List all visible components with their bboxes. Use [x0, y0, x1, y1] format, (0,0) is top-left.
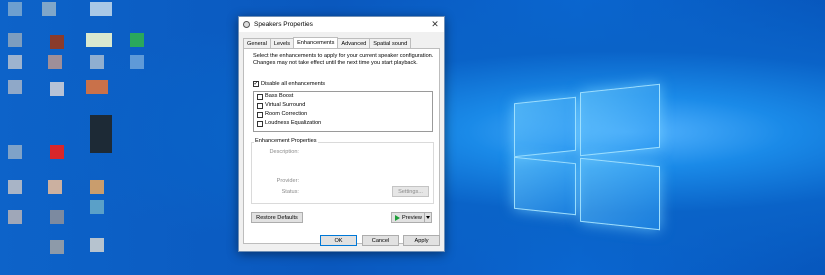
- tab-advanced[interactable]: Advanced: [337, 38, 371, 48]
- chevron-down-icon: [426, 216, 430, 219]
- desktop-icon[interactable]: [8, 2, 22, 16]
- tab-spatial-sound[interactable]: Spatial sound: [369, 38, 412, 48]
- enhancement-label: Loudness Equalization: [265, 120, 322, 126]
- play-icon: [395, 214, 400, 221]
- preview-button[interactable]: Preview: [391, 212, 425, 223]
- desktop-icon[interactable]: [50, 210, 64, 224]
- enhancements-list: Bass Boost Virtual Surround Room Correct…: [253, 91, 433, 132]
- enhancement-properties-title: Enhancement Properties: [254, 138, 318, 144]
- windows-logo: [508, 78, 663, 238]
- description-label: Description:: [269, 149, 299, 155]
- checkbox-icon[interactable]: [257, 111, 263, 118]
- apply-label: Apply: [414, 237, 429, 244]
- enhancement-label: Room Correction: [265, 111, 308, 117]
- apply-button[interactable]: Apply: [403, 235, 440, 246]
- preview-label: Preview: [402, 214, 422, 221]
- enhancements-description: Select the enhancements to apply for you…: [253, 53, 434, 66]
- cancel-button[interactable]: Cancel: [362, 235, 399, 246]
- desktop-icon[interactable]: [50, 145, 64, 159]
- provider-label: Provider:: [276, 178, 299, 184]
- desktop-icon[interactable]: [42, 2, 56, 16]
- enhancement-room-correction[interactable]: Room Correction: [254, 110, 432, 119]
- desktop-icon[interactable]: [90, 238, 104, 252]
- desktop-icon[interactable]: [8, 55, 22, 69]
- restore-defaults-button[interactable]: Restore Defaults: [251, 212, 303, 223]
- logo-pane-bottom-right: [580, 157, 660, 231]
- desktop-icon[interactable]: [90, 200, 104, 214]
- desktop-icons: [0, 0, 160, 275]
- desktop-icon[interactable]: [50, 240, 64, 254]
- desktop-icon[interactable]: [90, 2, 112, 16]
- desktop-icon[interactable]: [86, 80, 108, 94]
- close-icon[interactable]: ✕: [426, 19, 444, 30]
- desktop-icon[interactable]: [90, 55, 104, 69]
- tab-general[interactable]: General: [243, 38, 271, 48]
- settings-button[interactable]: Settings...: [392, 186, 429, 197]
- enhancement-label: Virtual Surround: [265, 102, 306, 108]
- window-title: Speakers Properties: [254, 21, 313, 28]
- desktop-icon[interactable]: [90, 180, 104, 194]
- tab-levels[interactable]: Levels: [269, 38, 295, 48]
- desktop-icon[interactable]: [8, 145, 22, 159]
- tab-strip: General Levels Enhancements Advanced Spa…: [243, 37, 412, 48]
- checkbox-icon[interactable]: [257, 120, 263, 127]
- ok-label: OK: [334, 237, 343, 244]
- desktop-icon[interactable]: [50, 82, 64, 96]
- desktop-icon[interactable]: [8, 80, 22, 94]
- checkbox-checked-icon[interactable]: [253, 80, 259, 87]
- settings-button-label: Settings...: [398, 188, 423, 195]
- disable-all-checkbox[interactable]: Disable all enhancements: [253, 80, 326, 87]
- cancel-label: Cancel: [371, 237, 390, 244]
- desktop-icon[interactable]: [90, 115, 112, 153]
- preview-dropdown-button[interactable]: [424, 212, 432, 223]
- desktop-icon[interactable]: [130, 55, 144, 69]
- ok-button[interactable]: OK: [320, 235, 357, 246]
- desktop-icon[interactable]: [8, 33, 22, 47]
- desktop-icon[interactable]: [48, 180, 62, 194]
- desktop-icon[interactable]: [8, 180, 22, 194]
- title-bar[interactable]: Speakers Properties ✕: [239, 17, 444, 32]
- speaker-icon: [243, 21, 250, 28]
- desktop-icon[interactable]: [8, 210, 22, 224]
- enhancement-virtual-surround[interactable]: Virtual Surround: [254, 101, 432, 110]
- logo-pane-bottom-left: [514, 156, 576, 216]
- disable-all-label: Disable all enhancements: [261, 81, 326, 87]
- desktop-icon[interactable]: [48, 55, 62, 69]
- logo-pane-top-right: [580, 83, 660, 157]
- enhancement-bass-boost[interactable]: Bass Boost: [254, 92, 432, 101]
- desktop-icon[interactable]: [130, 33, 144, 47]
- restore-defaults-label: Restore Defaults: [256, 214, 298, 221]
- desktop-icon[interactable]: [86, 33, 112, 47]
- tab-enhancements[interactable]: Enhancements: [293, 37, 339, 48]
- status-label: Status:: [281, 189, 299, 195]
- desktop-icon[interactable]: [50, 35, 64, 49]
- checkbox-icon[interactable]: [257, 93, 263, 100]
- checkbox-icon[interactable]: [257, 102, 263, 109]
- logo-pane-top-left: [514, 96, 576, 158]
- enhancement-loudness-equalization[interactable]: Loudness Equalization: [254, 119, 432, 128]
- enhancement-label: Bass Boost: [265, 93, 294, 99]
